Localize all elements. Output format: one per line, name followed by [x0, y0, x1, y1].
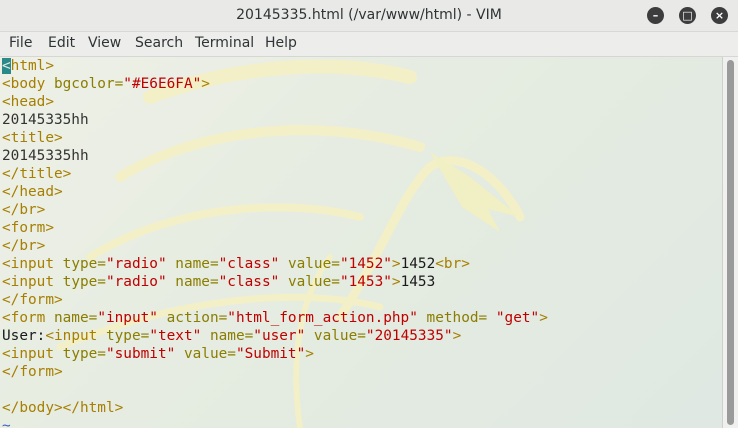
code-token: html>	[10, 58, 54, 74]
code-token: name=	[166, 256, 219, 272]
menu-search[interactable]: Search	[135, 35, 183, 51]
code-line[interactable]: </title>	[2, 165, 548, 183]
menu-terminal[interactable]: Terminal	[195, 35, 254, 51]
code-token: 20145335hh	[2, 112, 89, 128]
code-line[interactable]: <form>	[2, 219, 548, 237]
menu-help[interactable]: Help	[265, 35, 297, 51]
code-token: <input	[2, 274, 63, 290]
code-token: value=	[279, 256, 340, 272]
code-token: >	[201, 76, 210, 92]
code-token: >	[539, 310, 548, 326]
code-line[interactable]: User:<input type="text" name="user" valu…	[2, 327, 548, 345]
code-token: <body	[2, 76, 54, 92]
code-token: <title>	[2, 130, 63, 146]
code-token: value=	[175, 346, 236, 362]
code-line[interactable]: </head>	[2, 183, 548, 201]
code-token: <br>	[435, 256, 470, 272]
code-token: "user"	[253, 328, 306, 344]
code-token: type=	[62, 274, 106, 290]
code-buffer[interactable]: <html> <body bgcolor="#E6E6FA"> <head> 2014…	[2, 57, 548, 428]
code-token: </form>	[2, 364, 63, 380]
code-token: 20145335hh	[2, 148, 89, 164]
code-token: </form>	[2, 292, 63, 308]
code-token: type=	[105, 328, 150, 344]
code-line[interactable]: <body bgcolor="#E6E6FA">	[2, 75, 548, 93]
title-bar[interactable]: 20145335.html (/var/www/html) - VIM – □ …	[0, 0, 738, 32]
code-token: </body></html>	[2, 400, 124, 416]
code-token: type=	[62, 346, 106, 362]
vertical-scrollbar[interactable]	[722, 57, 738, 428]
menu-bar: File Edit View Search Terminal Help	[0, 32, 738, 57]
code-token: "radio"	[105, 274, 167, 290]
code-token: "1453"	[339, 274, 392, 290]
code-token: "Submit"	[235, 346, 306, 362]
code-line[interactable]: 20145335hh	[2, 111, 548, 129]
code-token: <input	[2, 256, 63, 272]
code-line[interactable]: <input type="radio" name="class" value="…	[2, 255, 548, 273]
code-token: name=	[166, 274, 219, 290]
code-token: "input"	[97, 310, 158, 326]
code-line[interactable]: ~	[2, 417, 548, 428]
code-token: </br>	[2, 238, 46, 254]
code-token: "1452"	[339, 256, 392, 272]
code-token: method=	[417, 310, 488, 326]
vim-cursor: <	[2, 58, 11, 74]
code-token: >	[305, 346, 314, 362]
maximize-icon[interactable]: □	[679, 7, 696, 24]
code-token: >	[452, 328, 462, 344]
code-token: action=	[157, 310, 228, 326]
editor-area[interactable]: <html> <body bgcolor="#E6E6FA"> <head> 2014…	[0, 57, 722, 428]
code-token: "get"	[487, 310, 540, 326]
code-token: "radio"	[105, 256, 167, 272]
code-line[interactable]: <form name="input" action="html_form_act…	[2, 309, 548, 327]
code-token: <input	[45, 328, 106, 344]
code-token: </title>	[2, 166, 72, 182]
code-token: </br>	[2, 202, 46, 218]
code-token: value=	[305, 328, 366, 344]
code-line[interactable]: </form>	[2, 363, 548, 381]
code-token: <input	[2, 346, 63, 362]
code-token: ~	[2, 418, 11, 428]
minimize-icon[interactable]: –	[647, 7, 664, 24]
code-token: "class"	[218, 274, 280, 290]
code-line[interactable]: </body></html>	[2, 399, 548, 417]
window-title: 20145335.html (/var/www/html) - VIM	[236, 7, 502, 23]
code-line[interactable]: <title>	[2, 129, 548, 147]
code-token: "submit"	[105, 346, 176, 362]
code-token: 1453	[400, 274, 436, 290]
code-token: "class"	[218, 256, 280, 272]
code-line[interactable]: <input type="submit" value="Submit">	[2, 345, 548, 363]
vim-window: 20145335.html (/var/www/html) - VIM – □ …	[0, 0, 738, 428]
code-token: name=	[201, 328, 254, 344]
menu-file[interactable]: File	[9, 35, 32, 51]
code-line[interactable]: </br>	[2, 237, 548, 255]
code-token: <head>	[2, 94, 54, 110]
scrollbar-thumb[interactable]	[727, 60, 734, 425]
code-line[interactable]: </form>	[2, 291, 548, 309]
code-line[interactable]: <input type="radio" name="class" value="…	[2, 273, 548, 291]
menu-view[interactable]: View	[88, 35, 121, 51]
close-icon[interactable]: ×	[711, 7, 728, 24]
code-token: User:	[2, 328, 46, 344]
code-line[interactable]: 20145335hh	[2, 147, 548, 165]
code-token: 1452	[400, 256, 436, 272]
code-token: "#E6E6FA"	[123, 76, 202, 92]
code-token: >	[391, 256, 401, 272]
code-token: value=	[279, 274, 340, 290]
code-line[interactable]: </br>	[2, 201, 548, 219]
code-line[interactable]	[2, 381, 548, 399]
code-token: bgcolor=	[53, 76, 124, 92]
code-token: <form	[2, 310, 54, 326]
code-token: type=	[62, 256, 106, 272]
code-token: >	[391, 274, 401, 290]
code-token: "20145335"	[365, 328, 453, 344]
code-token: "text"	[149, 328, 202, 344]
code-line[interactable]: <html>	[2, 57, 548, 75]
code-token: </head>	[2, 184, 63, 200]
code-token: "html_form_action.php"	[227, 310, 418, 326]
code-line[interactable]: <head>	[2, 93, 548, 111]
code-token: name=	[53, 310, 98, 326]
code-token: <form>	[2, 220, 54, 236]
menu-edit[interactable]: Edit	[48, 35, 75, 51]
